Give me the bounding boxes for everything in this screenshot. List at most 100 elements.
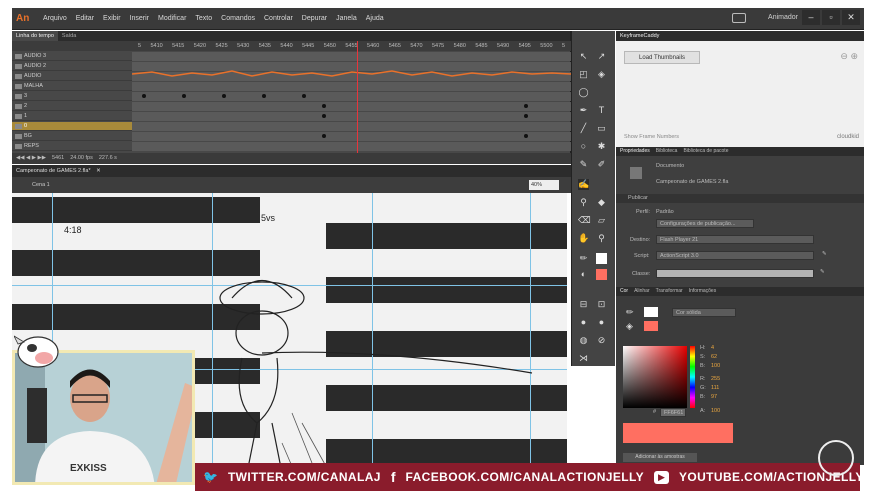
smooth-icon[interactable]: ⊡ [596, 299, 607, 310]
option-icon[interactable]: ◍ [578, 335, 589, 346]
add-to-swatches-button[interactable]: Adicionar às amostras [623, 453, 697, 462]
oval-tool-icon[interactable]: ○ [578, 141, 589, 152]
zoom-select[interactable]: 40% [529, 180, 559, 190]
frame-ruler[interactable]: 5 5410 5415 5420 5425 5430 5435 5440 544… [132, 41, 571, 51]
b-value[interactable]: 100 [711, 363, 720, 369]
tab-library[interactable]: Biblioteca [656, 147, 678, 156]
layer-frames[interactable] [132, 52, 571, 61]
stroke-color-icon[interactable]: ✏ [578, 253, 589, 264]
wrench-icon[interactable]: ✎ [822, 251, 827, 257]
keyframe[interactable] [322, 104, 326, 108]
fill-type-select[interactable]: Cor sólida [672, 308, 736, 317]
keyframe[interactable] [142, 94, 146, 98]
load-thumbnails-button[interactable]: Load Thumbnails [624, 51, 700, 64]
target-select[interactable]: Flash Player 21 [656, 235, 814, 244]
option-icon[interactable]: ⋊ [578, 353, 589, 364]
menu-depurar[interactable]: Depurar [302, 15, 327, 22]
menu-texto[interactable]: Texto [195, 15, 212, 22]
show-frame-numbers-checkbox[interactable]: Show Frame Numbers [624, 134, 679, 140]
zoom-tool-icon[interactable]: ⚲ [596, 233, 607, 244]
tab-align[interactable]: Alinhar [634, 287, 650, 296]
option-icon[interactable]: ⊘ [596, 335, 607, 346]
eyedropper-icon[interactable]: ⌫ [578, 215, 591, 226]
minimize-button[interactable]: – [802, 10, 820, 25]
option-icon[interactable]: ● [596, 317, 607, 328]
layer-name[interactable]: AUDIO [24, 72, 41, 81]
s-value[interactable]: 62 [711, 354, 717, 360]
layer-name[interactable]: 3 [24, 92, 27, 101]
active-brush-tool-icon[interactable]: ✍ [578, 179, 589, 190]
rectangle-tool-icon[interactable]: ▭ [596, 123, 607, 134]
fill-color-swatch[interactable] [596, 269, 607, 280]
stroke-icon[interactable]: ✏ [626, 307, 634, 318]
keyframe[interactable] [524, 104, 528, 108]
workspace-icon[interactable] [732, 13, 746, 23]
color-spectrum[interactable] [623, 346, 687, 408]
tab-output[interactable]: Saída [58, 31, 80, 41]
layer-frames[interactable] [132, 122, 571, 131]
layer-name[interactable]: BG [24, 132, 32, 141]
keyframe[interactable] [182, 94, 186, 98]
keyframe[interactable] [322, 134, 326, 138]
keyframe[interactable] [262, 94, 266, 98]
stroke-color-swatch[interactable] [596, 253, 607, 264]
menu-comandos[interactable]: Comandos [221, 15, 255, 22]
tab-info[interactable]: Informações [689, 287, 717, 296]
layer-row[interactable]: AUDIO 3 [12, 52, 571, 61]
script-select[interactable]: ActionScript 3.0 [656, 251, 814, 260]
layer-row[interactable]: BG [12, 132, 571, 141]
fill-color-icon[interactable]: ◐ [578, 269, 589, 280]
tab-color[interactable]: Cor [620, 287, 628, 296]
layer-name[interactable]: AUDIO 2 [24, 62, 46, 71]
layer-row-selected[interactable]: 0 [12, 122, 571, 131]
text-tool-icon[interactable]: T [596, 105, 607, 116]
h-value[interactable]: 4 [711, 345, 714, 351]
publish-settings-button[interactable]: Configurações de publicação... [656, 219, 754, 228]
hex-input[interactable]: FF6F61 [660, 408, 686, 417]
publish-section[interactable]: Publicar [616, 194, 864, 203]
layer-name[interactable]: REPS [24, 142, 39, 151]
close-tab-icon[interactable]: ✕ [96, 168, 101, 174]
menu-ajuda[interactable]: Ajuda [366, 15, 384, 22]
brush-tool-icon[interactable]: ✐ [596, 159, 607, 170]
blue-value[interactable]: 97 [711, 394, 717, 400]
hand-tool-icon[interactable]: ✋ [578, 233, 589, 244]
profile-value[interactable]: Padrão [656, 209, 674, 215]
menu-arquivo[interactable]: Arquivo [43, 15, 67, 22]
tab-package-library[interactable]: Biblioteca de pacote [683, 147, 728, 156]
layer-frames[interactable] [132, 142, 571, 151]
lasso-tool-icon[interactable]: ◯ [578, 87, 589, 98]
workspace-selector[interactable]: Animador [768, 14, 798, 21]
3d-rotation-icon[interactable]: ◈ [596, 69, 607, 80]
free-transform-icon[interactable]: ◰ [578, 69, 589, 80]
maximize-button[interactable]: ▫ [822, 10, 840, 25]
polystar-tool-icon[interactable]: ✱ [596, 141, 607, 152]
g-value[interactable]: 111 [711, 385, 719, 391]
layer-frames[interactable] [132, 112, 571, 121]
document-tab[interactable]: Campeonato de GAMES 2.fla* [16, 168, 91, 174]
keyframe[interactable] [222, 94, 226, 98]
menu-inserir[interactable]: Inserir [130, 15, 149, 22]
menu-modificar[interactable]: Modificar [158, 15, 186, 22]
a-value[interactable]: 100 [711, 408, 720, 414]
eraser-icon[interactable]: ▱ [596, 215, 607, 226]
pencil-icon[interactable]: ✎ [820, 269, 825, 275]
tab-properties[interactable]: Propriedades [620, 147, 650, 156]
stroke-swatch[interactable] [644, 307, 658, 317]
class-input[interactable] [656, 269, 814, 278]
snap-icon[interactable]: ⊟ [578, 299, 589, 310]
layer-frames[interactable] [132, 92, 571, 101]
menu-janela[interactable]: Janela [336, 15, 357, 22]
menu-exibir[interactable]: Exibir [103, 15, 121, 22]
menu-editar[interactable]: Editar [76, 15, 94, 22]
close-button[interactable]: ✕ [842, 10, 860, 25]
layer-name[interactable]: MALHA [24, 82, 43, 91]
layer-row[interactable]: MALHA [12, 82, 571, 91]
playhead[interactable] [357, 41, 358, 153]
layer-row[interactable]: REPS [12, 142, 571, 151]
keyframe[interactable] [302, 94, 306, 98]
play-controls-icon[interactable]: ◀◀ ◀ ▶ ▶▶ [16, 153, 46, 164]
layer-name[interactable]: AUDIO 3 [24, 52, 46, 61]
layer-row[interactable]: 3 [12, 92, 571, 101]
panel-tab[interactable]: KeyframeCaddy [616, 31, 864, 41]
